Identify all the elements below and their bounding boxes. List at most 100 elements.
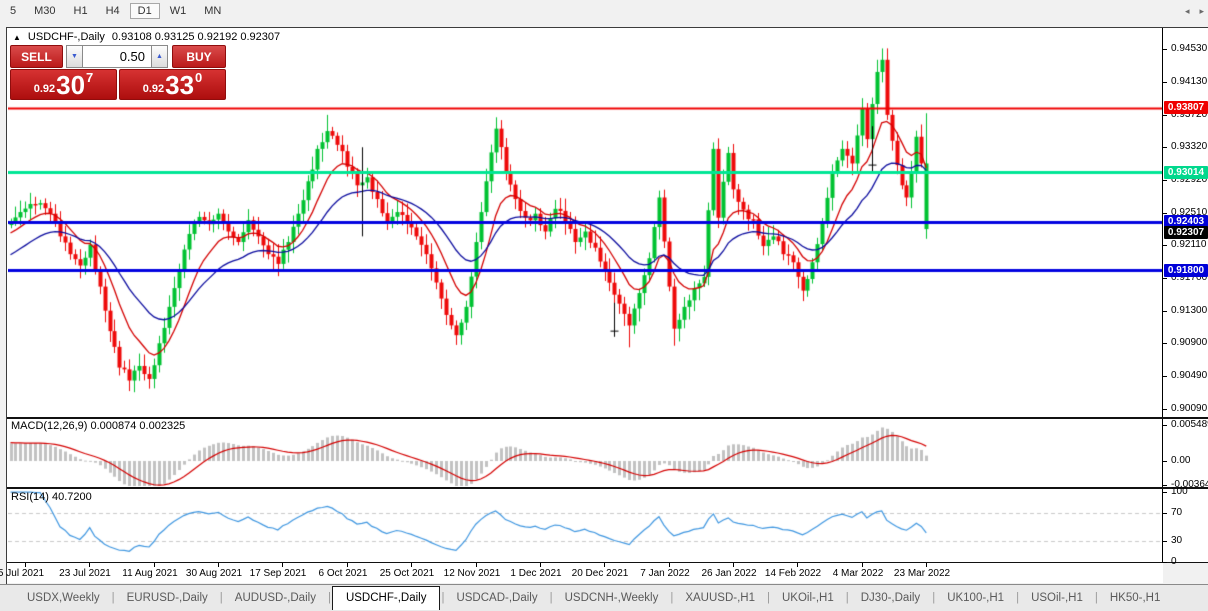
tab-separator: | bbox=[328, 592, 331, 604]
volume-decrease-button[interactable]: ▼ bbox=[66, 45, 83, 68]
y-axis-tick-label: 0.90900 bbox=[1171, 337, 1207, 348]
rsi-tick-mark bbox=[1163, 492, 1167, 493]
x-axis-tick-mark bbox=[476, 563, 477, 567]
x-axis-tick-mark bbox=[604, 563, 605, 567]
buy-price-box[interactable]: 0.92 33 0 bbox=[119, 69, 226, 100]
y-axis-tick-mark bbox=[1163, 245, 1167, 246]
chart-tab-hk50-h1[interactable]: HK50-,H1 bbox=[1099, 588, 1172, 608]
x-axis-date-label: 26 Jan 2022 bbox=[694, 568, 764, 579]
y-axis-tick-mark bbox=[1163, 343, 1167, 344]
chart-tab-eurusd-daily[interactable]: EURUSD-,Daily bbox=[116, 588, 219, 608]
tab-separator: | bbox=[932, 592, 935, 604]
chart-tab-usdcad-daily[interactable]: USDCAD-,Daily bbox=[445, 588, 548, 608]
price-chart-canvas[interactable] bbox=[8, 29, 1162, 562]
x-axis-tick-mark bbox=[411, 563, 412, 567]
buy-price-sup: 0 bbox=[195, 71, 202, 84]
sell-price-big: 30 bbox=[56, 72, 85, 98]
tab-separator: | bbox=[550, 592, 553, 604]
x-axis-date-label: 23 Jul 2021 bbox=[50, 568, 120, 579]
price-line-badge: 0.93014 bbox=[1164, 166, 1208, 179]
buy-price-big: 33 bbox=[165, 72, 194, 98]
x-axis-date-label: 7 Jan 2022 bbox=[630, 568, 700, 579]
tab-separator: | bbox=[1016, 592, 1019, 604]
y-axis-tick-mark bbox=[1163, 311, 1167, 312]
y-axis-tick-mark bbox=[1163, 115, 1167, 116]
terminal-window: 5M30H1H4D1W1MN ▲ USDCHF-,Daily 0.93108 0… bbox=[0, 0, 1208, 611]
sell-price-box[interactable]: 0.92 30 7 bbox=[10, 69, 117, 100]
tab-separator: | bbox=[112, 592, 115, 604]
y-axis-tick-label: 0.91300 bbox=[1171, 305, 1207, 316]
x-axis-date-label: 1 Dec 2021 bbox=[501, 568, 571, 579]
macd-tick-mark bbox=[1163, 485, 1167, 486]
sell-button[interactable]: SELL bbox=[10, 45, 63, 68]
chart-tab-dj30-daily[interactable]: DJ30-,Daily bbox=[850, 588, 931, 608]
tab-scrollbar: ◂ ▸ bbox=[1185, 6, 1204, 17]
x-axis-date-label: 17 Sep 2021 bbox=[243, 568, 313, 579]
x-axis-tick-mark bbox=[797, 563, 798, 567]
x-axis-tick-mark bbox=[89, 563, 90, 567]
x-axis-date-label: 6 Oct 2021 bbox=[308, 568, 378, 579]
x-axis-tick-mark bbox=[25, 563, 26, 567]
chevron-down-icon: ▼ bbox=[71, 53, 78, 60]
x-axis-date-label: 20 Dec 2021 bbox=[565, 568, 635, 579]
y-axis-tick-mark bbox=[1163, 409, 1167, 410]
chart-tab-usdchf-daily[interactable]: USDCHF-,Daily bbox=[332, 586, 441, 610]
timeframe-button-D1[interactable]: D1 bbox=[130, 3, 160, 19]
timeframe-button-MN[interactable]: MN bbox=[196, 3, 229, 19]
chevron-up-icon: ▲ bbox=[156, 53, 163, 60]
tab-scroll-right-icon[interactable]: ▸ bbox=[1199, 6, 1204, 17]
tab-scroll-left-icon[interactable]: ◂ bbox=[1185, 6, 1190, 17]
timeframe-button-5[interactable]: 5 bbox=[2, 3, 24, 19]
y-axis-tick-mark bbox=[1163, 213, 1167, 214]
volume-input[interactable] bbox=[83, 45, 151, 68]
timeframe-button-H1[interactable]: H1 bbox=[66, 3, 96, 19]
macd-separator[interactable] bbox=[7, 417, 1208, 419]
y-axis-tick-mark bbox=[1163, 49, 1167, 50]
price-axis: 0.945300.941300.937200.933200.929200.925… bbox=[1163, 28, 1208, 584]
rsi-tick-label: 70 bbox=[1171, 507, 1182, 518]
x-axis-date-label: 14 Feb 2022 bbox=[758, 568, 828, 579]
timeframe-button-H4[interactable]: H4 bbox=[98, 3, 128, 19]
x-axis-tick-mark bbox=[540, 563, 541, 567]
macd-tick-label: 0.005489 bbox=[1171, 419, 1208, 430]
sell-price-small: 0.92 bbox=[34, 83, 55, 95]
y-axis-tick-mark bbox=[1163, 82, 1167, 83]
timeframe-button-M30[interactable]: M30 bbox=[26, 3, 63, 19]
timeframe-button-W1[interactable]: W1 bbox=[162, 3, 195, 19]
tab-separator: | bbox=[1095, 592, 1098, 604]
y-axis-tick-label: 0.90090 bbox=[1171, 403, 1207, 414]
tab-separator: | bbox=[220, 592, 223, 604]
chart-tab-usdcnh-weekly[interactable]: USDCNH-,Weekly bbox=[554, 588, 670, 608]
x-axis-tick-mark bbox=[862, 563, 863, 567]
chart-tab-ukoil-h1[interactable]: UKOil-,H1 bbox=[771, 588, 845, 608]
chart-tab-usdx-weekly[interactable]: USDX,Weekly bbox=[16, 588, 111, 608]
chart-tab-xauusd-h1[interactable]: XAUUSD-,H1 bbox=[674, 588, 766, 608]
x-axis-tick-mark bbox=[733, 563, 734, 567]
y-axis-tick-label: 0.92110 bbox=[1171, 239, 1206, 250]
rsi-tick-mark bbox=[1163, 513, 1167, 514]
collapse-icon[interactable]: ▲ bbox=[13, 33, 21, 42]
x-axis-date-label: 5 Jul 2021 bbox=[0, 568, 56, 579]
chart-tab-uk100-h1[interactable]: UK100-,H1 bbox=[936, 588, 1015, 608]
tab-separator: | bbox=[846, 592, 849, 604]
rsi-tick-mark bbox=[1163, 562, 1167, 563]
chart-tab-audusd-daily[interactable]: AUDUSD-,Daily bbox=[224, 588, 327, 608]
rsi-tick-mark bbox=[1163, 541, 1167, 542]
chart-tab-usoil-h1[interactable]: USOil-,H1 bbox=[1020, 588, 1094, 608]
x-axis-date-label: 11 Aug 2021 bbox=[115, 568, 185, 579]
x-axis-tick-mark bbox=[669, 563, 670, 567]
buy-button[interactable]: BUY bbox=[172, 45, 226, 68]
y-axis-tick-mark bbox=[1163, 278, 1167, 279]
volume-increase-button[interactable]: ▲ bbox=[151, 45, 168, 68]
chart-header: ▲ USDCHF-,Daily 0.93108 0.93125 0.92192 … bbox=[13, 31, 280, 43]
date-axis: 5 Jul 202123 Jul 202111 Aug 202130 Aug 2… bbox=[7, 563, 1163, 583]
symbol-title: USDCHF-,Daily bbox=[28, 31, 105, 43]
x-axis-date-label: 4 Mar 2022 bbox=[823, 568, 893, 579]
y-axis-tick-label: 0.94130 bbox=[1171, 76, 1207, 87]
x-axis-date-label: 23 Mar 2022 bbox=[887, 568, 957, 579]
rsi-tick-label: 30 bbox=[1171, 535, 1182, 546]
chart-tab-bar: USDX,Weekly|EURUSD-,Daily|AUDUSD-,Daily|… bbox=[0, 584, 1208, 611]
rsi-separator[interactable] bbox=[7, 487, 1208, 489]
tab-separator: | bbox=[767, 592, 770, 604]
tab-separator: | bbox=[441, 592, 444, 604]
